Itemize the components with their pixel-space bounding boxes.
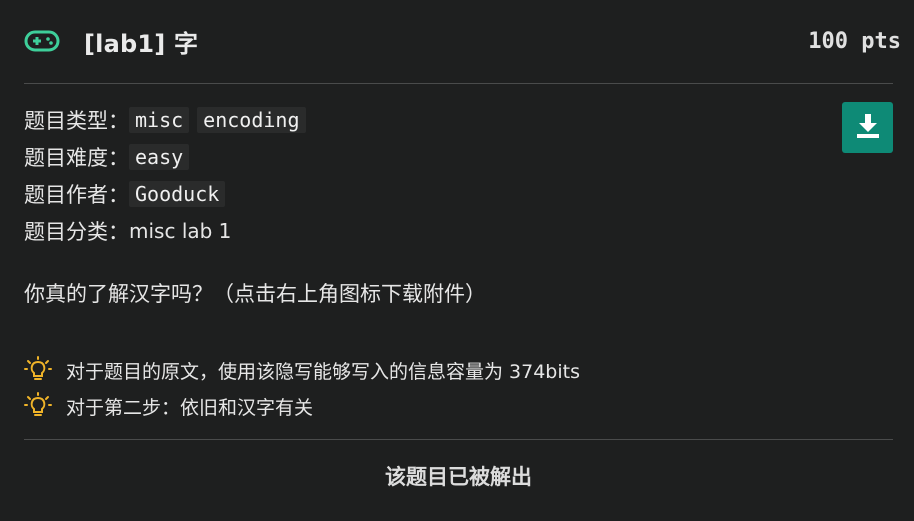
meta-difficulty-row: 题目难度： easy [24,138,314,175]
hint-item: 对于第二步：依旧和汉字有关 [24,388,580,424]
meta-author-label: 题目作者： [24,182,129,207]
meta-category-value: misc lab 1 [129,218,232,243]
type-tag: misc [129,106,190,133]
challenge-points: 100 pts [808,28,901,54]
author-tag: Gooduck [129,180,226,207]
meta-author-row: 题目作者： Gooduck [24,175,314,212]
gamepad-icon [24,29,60,53]
hint-item: 对于题目的原文，使用该隐写能够写入的信息容量为 374bits [24,352,580,388]
meta-category-row: 题目分类： misc lab 1 [24,212,314,249]
difficulty-tag: easy [129,143,190,170]
challenge-header: [lab1] 字 100 pts [24,0,901,82]
challenge-card: [lab1] 字 100 pts 题目类型： misc encoding 题目难… [0,0,914,521]
download-attachment-button[interactable] [842,102,893,153]
meta-type-label: 题目类型： [24,108,129,133]
lightbulb-icon [24,356,52,384]
lightbulb-icon [24,392,52,420]
type-tag: encoding [197,106,306,133]
meta-type-row: 题目类型： misc encoding [24,101,314,138]
header-divider [24,83,893,84]
challenge-description: 你真的了解汉字吗？（点击右上角图标下载附件） [24,282,486,306]
hint-text: 对于第二步：依旧和汉字有关 [66,396,314,419]
challenge-title: [lab1] 字 [84,29,199,58]
hint-list: 对于题目的原文，使用该隐写能够写入的信息容量为 374bits 对于第二步：依旧… [24,352,580,424]
meta-category-label: 题目分类： [24,219,129,244]
footer-divider [24,439,893,440]
challenge-meta: 题目类型： misc encoding 题目难度： easy 题目作者： Goo… [24,101,314,249]
download-icon [856,113,880,143]
solved-status: 该题目已被解出 [385,465,532,489]
meta-difficulty-label: 题目难度： [24,145,129,170]
hint-text: 对于题目的原文，使用该隐写能够写入的信息容量为 374bits [66,360,580,383]
